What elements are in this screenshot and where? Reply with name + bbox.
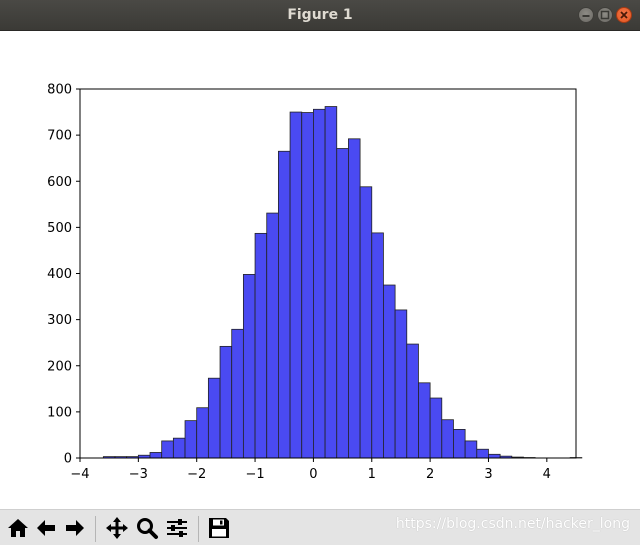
- histogram-bar: [395, 310, 407, 458]
- histogram-bar: [278, 151, 290, 458]
- histogram-bar: [290, 112, 302, 458]
- y-tick-label: 800: [47, 83, 72, 98]
- minimize-button[interactable]: [578, 7, 594, 23]
- toolbar-separator: [95, 516, 96, 542]
- y-tick-label: 100: [47, 405, 72, 420]
- histogram-bar: [325, 107, 337, 458]
- histogram-bars: [103, 107, 581, 458]
- histogram-bar: [232, 329, 244, 458]
- histogram-bar: [267, 213, 279, 458]
- back-arrow-icon: [34, 516, 58, 540]
- zoom-button[interactable]: [135, 516, 159, 540]
- forward-arrow-icon: [63, 516, 87, 540]
- histogram-bar: [173, 438, 185, 458]
- window-titlebar: Figure 1: [0, 0, 640, 31]
- y-tick-label: 500: [47, 221, 72, 236]
- save-button[interactable]: [207, 516, 231, 540]
- histogram-bar: [453, 429, 465, 458]
- histogram-bar: [360, 187, 372, 458]
- x-tick-label: 3: [484, 467, 492, 482]
- histogram-bar: [383, 285, 395, 458]
- x-axis: −4 −3 −2 −1 0 1 2 3 4: [70, 458, 551, 482]
- histogram-bar: [488, 454, 500, 458]
- histogram-bar: [477, 449, 489, 458]
- histogram-bar: [337, 149, 349, 458]
- histogram-chart: −4 −3 −2 −1 0 1 2 3 4 0 100 200 300 400 500 600 700 800: [0, 31, 640, 509]
- save-icon: [207, 516, 231, 540]
- histogram-bar: [185, 421, 197, 458]
- maximize-icon: [598, 8, 612, 22]
- x-tick-label: −2: [187, 467, 206, 482]
- x-tick-label: −3: [129, 467, 148, 482]
- histogram-bar: [255, 233, 267, 458]
- x-tick-label: −1: [245, 467, 264, 482]
- y-tick-label: 700: [47, 129, 72, 144]
- home-button[interactable]: [6, 516, 30, 540]
- x-tick-label: 2: [426, 467, 434, 482]
- y-axis: 0 100 200 300 400 500 600 700 800: [47, 83, 80, 467]
- back-button[interactable]: [34, 516, 58, 540]
- histogram-bar: [430, 398, 442, 458]
- configure-subplots-button[interactable]: [165, 516, 189, 540]
- navigation-toolbar: https://blog.csdn.net/hacker_long: [0, 509, 640, 545]
- histogram-bar: [348, 139, 360, 458]
- forward-button[interactable]: [63, 516, 87, 540]
- histogram-bar: [220, 346, 232, 458]
- y-tick-label: 200: [47, 359, 72, 374]
- figure-canvas[interactable]: −4 −3 −2 −1 0 1 2 3 4 0 100 200 300 400 500 600 700 800: [0, 31, 640, 509]
- histogram-bar: [465, 441, 477, 458]
- y-tick-label: 400: [47, 267, 72, 282]
- histogram-bar: [197, 408, 209, 458]
- y-tick-label: 0: [64, 452, 72, 467]
- histogram-bar: [372, 233, 384, 458]
- window-title: Figure 1: [0, 0, 640, 30]
- home-icon: [6, 516, 30, 540]
- toolbar-separator: [198, 516, 199, 542]
- y-tick-label: 600: [47, 175, 72, 190]
- zoom-icon: [135, 516, 159, 540]
- pan-button[interactable]: [105, 516, 129, 540]
- x-tick-label: 0: [309, 467, 317, 482]
- histogram-bar: [162, 441, 174, 458]
- histogram-bar: [418, 383, 430, 458]
- pan-icon: [105, 516, 129, 540]
- y-tick-label: 300: [47, 313, 72, 328]
- configure-subplots-icon: [165, 516, 189, 540]
- x-tick-label: 4: [543, 467, 551, 482]
- x-tick-label: −4: [70, 467, 89, 482]
- maximize-button[interactable]: [597, 7, 613, 23]
- watermark-text: https://blog.csdn.net/hacker_long: [396, 516, 630, 532]
- histogram-bar: [243, 274, 255, 458]
- histogram-bar: [313, 109, 325, 458]
- minimize-icon: [579, 8, 593, 22]
- histogram-bar: [442, 420, 454, 458]
- close-icon: [617, 8, 631, 22]
- histogram-bar: [407, 344, 419, 458]
- histogram-bar: [208, 378, 220, 458]
- x-tick-label: 1: [368, 467, 376, 482]
- histogram-bar: [150, 452, 162, 458]
- histogram-bar: [302, 113, 314, 458]
- close-button[interactable]: [616, 7, 632, 23]
